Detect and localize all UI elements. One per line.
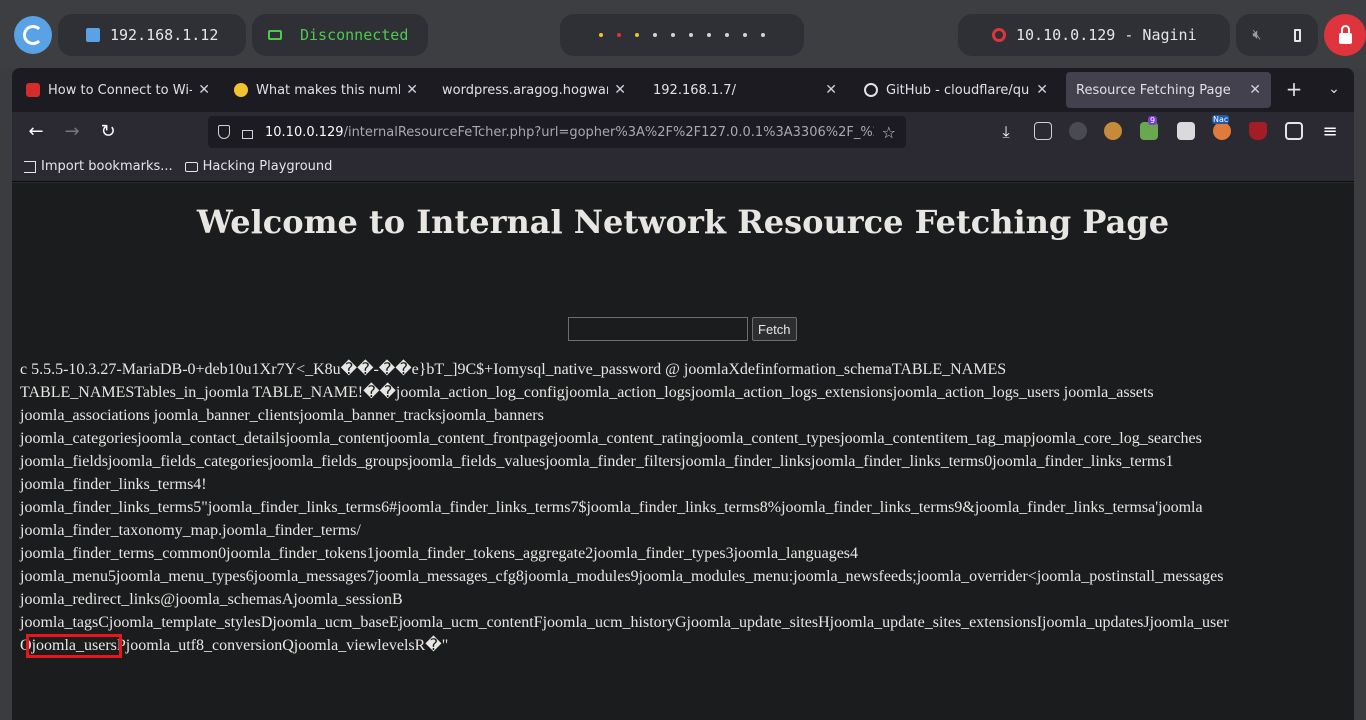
tab-bar: How to Connect to Wi-Fi ✕ What makes thi… [12, 68, 1354, 112]
dump-line: c 5.5.5-10.3.27-MariaDB-0+deb10u1Xr7Y<_K… [20, 361, 1007, 378]
local-ip-label: 192.168.1.12 [110, 26, 219, 44]
browser-window: How to Connect to Wi-Fi ✕ What makes thi… [12, 68, 1354, 720]
workspace-dot[interactable] [635, 33, 639, 37]
hackbar-icon[interactable]: Nac [1212, 115, 1231, 140]
laptop-icon [268, 30, 282, 40]
dump-line: joomla_finder_links_terms4! [20, 476, 207, 493]
tab-3[interactable]: 192.168.1.7/ ✕ [643, 72, 847, 108]
lock-icon [1338, 24, 1352, 44]
dump-line: joomla_fieldsjoomla_fields_categoriesjoo… [20, 453, 1174, 470]
dump-line-last: Ojoomla_users Pjoomla_utf8_conversionQjoo… [20, 634, 1229, 658]
url-host: 10.10.0.129 [265, 124, 344, 140]
tab-2[interactable]: wordpress.aragog.hogwarts ✕ [432, 72, 636, 108]
workspace-dot[interactable] [707, 33, 711, 37]
target-widget[interactable]: 10.10.0.129 - Nagini [958, 14, 1230, 56]
tab-1[interactable]: What makes this number ✕ [224, 72, 428, 108]
distro-logo-icon[interactable] [14, 16, 52, 54]
highlighted-table-name: joomla_users [25, 634, 122, 658]
bookmark-import[interactable]: Import bookmarks... [24, 159, 173, 174]
dump-line: joomla_menu5joomla_menu_types6joomla_mes… [20, 568, 1224, 585]
close-tab-icon[interactable]: ✕ [406, 82, 418, 98]
workspace-dot[interactable] [671, 33, 675, 37]
response-dump: c 5.5.5-10.3.27-MariaDB-0+deb10u1Xr7Y<_K… [20, 358, 1229, 658]
qr-code-icon[interactable] [1285, 122, 1303, 140]
page-title: Welcome to Internal Network Resource Fet… [196, 203, 1170, 241]
nav-bar: ← → ↻ 10.10.0.129 /internalResourceFeTch… [12, 112, 1354, 152]
url-bar[interactable]: 10.10.0.129 /internalResourceFeTcher.php… [208, 116, 906, 148]
shield-icon[interactable] [218, 125, 230, 139]
back-button[interactable]: ← [24, 120, 48, 144]
bookmark-star-icon[interactable]: ☆ [874, 123, 896, 142]
github-icon [864, 83, 878, 97]
list-tabs-button[interactable]: ⌄ [1322, 78, 1346, 102]
dump-line: joomla_tagsCjoomla_template_stylesDjooml… [20, 614, 1229, 631]
workspace-dot[interactable] [725, 33, 729, 37]
foxyproxy-icon[interactable] [1069, 122, 1087, 140]
battery-icon[interactable] [1294, 28, 1302, 42]
wappalyzer-icon[interactable]: 9 [1140, 116, 1158, 140]
downloads-icon[interactable]: ⤓ [994, 120, 1018, 144]
dump-line: joomla_associations joomla_banner_client… [20, 407, 544, 424]
dump-line: joomla_redirect_links@joomla_schemasAjoo… [20, 591, 403, 608]
user-agent-icon[interactable] [1177, 122, 1195, 140]
forward-button[interactable]: → [60, 120, 84, 144]
workspace-dot[interactable] [743, 33, 747, 37]
folder-icon [184, 161, 198, 172]
dump-line: joomla_finder_taxonomy_map.joomla_finder… [20, 522, 361, 539]
os-top-panel: 192.168.1.12 Disconnected 10.10.0.129 - … [0, 0, 1366, 68]
close-tab-icon[interactable]: ✕ [1036, 82, 1048, 98]
hub-icon [26, 83, 40, 97]
ublock-icon[interactable] [1249, 122, 1267, 140]
workspace-switcher[interactable] [560, 14, 804, 56]
local-ip-widget[interactable]: 192.168.1.12 [58, 14, 246, 56]
new-tab-button[interactable]: + [1282, 78, 1306, 102]
mute-icon[interactable]: 🔇︎ [1253, 27, 1262, 43]
extensions-icon[interactable] [1034, 122, 1052, 140]
dump-line: joomla_finder_terms_common0joomla_finder… [20, 545, 859, 562]
url-input[interactable] [568, 317, 748, 341]
target-label: 10.10.0.129 - Nagini [1016, 26, 1197, 44]
fetch-button[interactable]: Fetch [752, 317, 797, 341]
network-icon [86, 28, 100, 42]
workspace-dot[interactable] [617, 33, 621, 37]
page-content: Welcome to Internal Network Resource Fet… [12, 183, 1354, 720]
close-tab-icon[interactable]: ✕ [825, 82, 837, 98]
menu-icon[interactable]: ≡ [1318, 120, 1342, 144]
tab-5[interactable]: Resource Fetching Page ✕ [1066, 72, 1271, 108]
bookmarks-bar: Import bookmarks... Hacking Playground [12, 152, 1354, 182]
bookmark-hacking-playground[interactable]: Hacking Playground [184, 159, 332, 174]
lock-screen-button[interactable] [1324, 14, 1366, 56]
reload-button[interactable]: ↻ [96, 120, 120, 144]
insecure-lock-icon[interactable] [242, 129, 253, 139]
workspace-dot[interactable] [599, 33, 603, 37]
close-tab-icon[interactable]: ✕ [1249, 82, 1261, 98]
workspace-dot[interactable] [653, 33, 657, 37]
dump-line: TABLE_NAMESTables_in_joomla TABLE_NAME!�… [20, 384, 1154, 401]
url-path: /internalResourceFeTcher.php?url=gopher%… [343, 124, 874, 140]
dump-line: joomla_categoriesjoomla_contact_detailsj… [20, 430, 1202, 447]
fetch-form: Fetch [568, 317, 797, 341]
close-tab-icon[interactable]: ✕ [614, 82, 626, 98]
target-icon [992, 28, 1006, 42]
vpn-status-widget[interactable]: Disconnected [252, 14, 428, 56]
cookie-icon[interactable] [1104, 122, 1122, 140]
close-tab-icon[interactable]: ✕ [198, 82, 210, 98]
tray-widget[interactable]: 🔇︎ [1236, 14, 1318, 56]
workspace-dot[interactable] [689, 33, 693, 37]
workspace-dot[interactable] [761, 33, 765, 37]
dump-line: joomla_finder_links_terms5"joomla_finder… [20, 499, 1203, 516]
compass-icon [234, 83, 248, 97]
tab-4[interactable]: GitHub - cloudflare/quic ✕ [854, 72, 1058, 108]
vpn-status-label: Disconnected [300, 26, 409, 44]
import-icon [24, 160, 36, 173]
highlight-box [25, 634, 122, 658]
tab-0[interactable]: How to Connect to Wi-Fi ✕ [16, 72, 220, 108]
